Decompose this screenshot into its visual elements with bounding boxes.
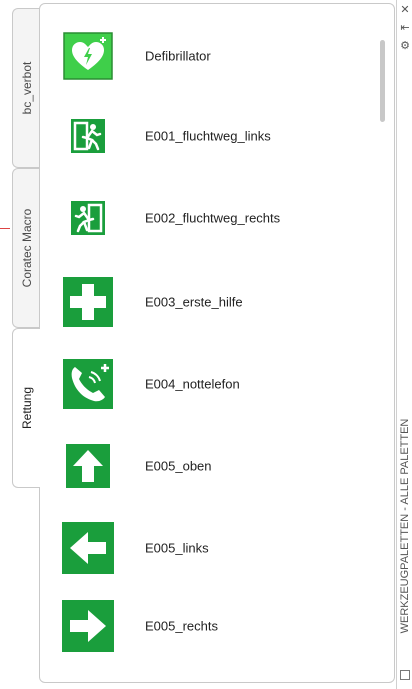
palette-item-e002-fluchtweg-rechts[interactable]: E002_fluchtweg_rechts — [60, 190, 360, 246]
palette-title-strip: ✕ ⇤ ⚙ WERKZEUGPALETTEN - ALLE PALETTEN — [396, 0, 412, 689]
palette-item-label: E001_fluchtweg_links — [145, 128, 271, 144]
red-edge-mark — [0, 228, 10, 229]
tab-label: Coratec Macro — [19, 208, 34, 288]
palette-item-label: E005_rechts — [145, 618, 218, 634]
arrow-up-icon — [60, 438, 116, 494]
tab-label: bc_verbot — [19, 61, 34, 115]
emergency-phone-icon — [60, 356, 116, 412]
palette-item-label: Defibrillator — [145, 48, 211, 64]
palette-menu-icon[interactable] — [400, 670, 410, 680]
close-icon[interactable]: ✕ — [399, 4, 411, 16]
palette-item-label: E002_fluchtweg_rechts — [145, 210, 281, 226]
tab-label: Rettung — [19, 386, 34, 430]
exit-running-man-left-icon — [60, 108, 116, 164]
palette-item-defibrillator[interactable]: Defibrillator — [60, 28, 360, 84]
palette-title: WERKZEUGPALETTEN - ALLE PALETTEN — [399, 418, 411, 634]
palette-item-e005-oben[interactable]: E005_oben — [60, 438, 360, 494]
tool-palette-panel: Defibrillator E001_fluchtweg_links E002_… — [39, 3, 395, 683]
tab-coratec-macro[interactable]: Coratec Macro — [12, 168, 40, 328]
palette-item-label: E005_oben — [145, 458, 212, 474]
scrollbar-thumb[interactable] — [380, 40, 385, 122]
defibrillator-icon — [60, 28, 116, 84]
arrow-left-icon — [60, 520, 116, 576]
palette-item-label: E004_nottelefon — [145, 376, 240, 392]
exit-running-man-right-icon — [60, 190, 116, 246]
palette-item-e005-links[interactable]: E005_links — [60, 520, 360, 576]
palette-item-e005-rechts[interactable]: E005_rechts — [60, 598, 360, 654]
palette-item-label: E005_links — [145, 540, 209, 556]
palette-item-e001-fluchtweg-links[interactable]: E001_fluchtweg_links — [60, 108, 360, 164]
first-aid-cross-icon — [60, 274, 116, 330]
palette-item-label: E003_erste_hilfe — [145, 294, 243, 310]
properties-icon[interactable]: ⚙ — [399, 40, 411, 52]
arrow-right-icon — [60, 598, 116, 654]
tab-rettung[interactable]: Rettung — [12, 328, 40, 488]
palette-item-e004-nottelefon[interactable]: E004_nottelefon — [60, 356, 360, 412]
palette-item-e003-erste-hilfe[interactable]: E003_erste_hilfe — [60, 274, 360, 330]
autohide-icon[interactable]: ⇤ — [399, 22, 411, 34]
tab-bc-verbot[interactable]: bc_verbot — [12, 8, 40, 168]
